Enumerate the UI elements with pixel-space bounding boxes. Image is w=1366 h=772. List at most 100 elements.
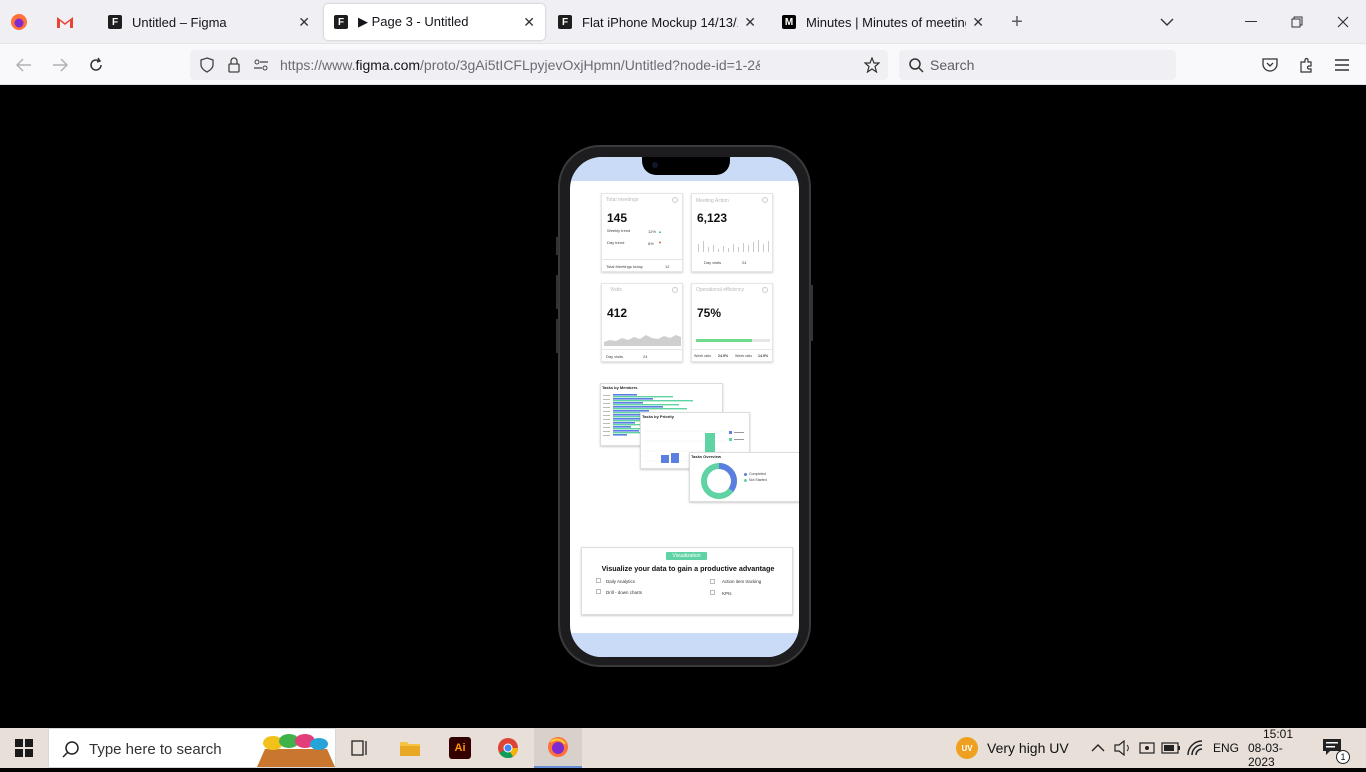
close-icon[interactable]: ✕ [523,14,535,31]
extensions-icon[interactable] [1293,52,1319,78]
tab-minutes[interactable]: M Minutes | Minutes of meetings r ✕ [772,4,994,40]
total-meetings-card[interactable]: Total meetings 145 Weekly trend 12% ▲ Da… [601,193,683,272]
battery-icon[interactable] [1161,728,1181,768]
close-icon[interactable]: ✕ [972,14,984,31]
lock-icon[interactable] [221,52,247,78]
phone-side-button [556,319,559,353]
close-window-button[interactable] [1330,9,1356,35]
card-footer: Week ratio 24.5% Week ratio 14.5% [692,349,772,361]
weekly-trend-value: 12% [648,229,657,234]
visits-card[interactable]: Visits 412 Day visits 24 [601,283,683,362]
bookmark-star-icon[interactable] [859,52,885,78]
forward-arrow-icon[interactable] [47,52,73,78]
tab-title: ▶ Page 3 - Untitled [358,14,469,29]
language-indicator[interactable]: ENG [1213,728,1239,768]
card-label: Meeting Action [696,198,729,204]
adobe-illustrator-icon[interactable]: Ai [444,728,476,768]
feature-headline: Visualize your data to gain a productive… [601,564,775,573]
footer-value: 24 [742,260,747,265]
wifi-icon[interactable] [1187,728,1205,768]
donut-chart [701,463,737,499]
list-tabs-icon[interactable] [1154,9,1180,35]
close-icon[interactable]: ✕ [744,14,756,31]
notification-count-badge: 1 [1336,750,1350,764]
tracking-shield-icon[interactable] [194,52,220,78]
footer-value: 12 [665,264,670,269]
screen-bottom-band [570,633,799,657]
feature-section: Visualization Visualize your data to gai… [581,547,793,615]
clock[interactable]: 15:01 08-03-2023 [1248,727,1308,769]
figma-icon: F [334,15,348,29]
search-icon [59,729,81,769]
firefox-view-icon[interactable] [6,9,32,35]
legend-label: Completed [749,472,766,476]
footer-label: Week ratio [694,354,712,358]
notification-center-icon[interactable]: 1 [1322,728,1350,768]
search-icon [903,52,929,78]
iphone-mockup: Total meetings 145 Weekly trend 12% ▲ Da… [556,145,813,667]
info-icon[interactable] [762,197,768,203]
back-arrow-icon[interactable] [11,52,37,78]
volume-icon[interactable] [1114,728,1132,768]
address-bar[interactable]: https://www.figma.com/proto/3gAi5tICFLpy… [190,50,888,80]
tab-title: Minutes | Minutes of meetings r [806,14,966,30]
card-label: Visits [610,287,622,293]
tab-flat-iphone-mockup[interactable]: F Flat iPhone Mockup 14/13/12/1 ✕ [548,4,766,40]
document-icon [596,589,601,594]
tab-title: Untitled – Figma [132,14,227,30]
operational-efficiency-card[interactable]: Operational efficiency 75% Week ratio 24… [691,283,773,362]
show-hidden-icons-chevron-icon[interactable] [1091,728,1105,768]
tasks-overview-chart[interactable]: Tasks Overview Completed Not Started [689,452,799,502]
url-text[interactable]: https://www.figma.com/proto/3gAi5tICFLpy… [280,57,760,73]
feature-item: Action item tracking [722,579,762,584]
windows-start-icon[interactable] [0,728,48,768]
phone-screen[interactable]: Total meetings 145 Weekly trend 12% ▲ Da… [570,157,799,657]
reload-icon[interactable] [83,52,109,78]
minimize-button[interactable] [1238,9,1264,35]
chart-title: Tasks by Priority [642,414,674,419]
trend-down-icon: ▼ [658,240,662,245]
search-bar[interactable]: Search [899,50,1176,80]
card-label: Total meetings [606,197,639,203]
document-icon [710,590,715,595]
meet-now-icon[interactable] [1139,728,1155,768]
legend-dot [744,473,747,476]
phone-notch [642,157,730,175]
restore-button[interactable] [1284,9,1310,35]
chart-title: Tasks Overview [691,454,721,459]
chrome-icon[interactable] [492,728,524,768]
card-value: 75% [697,306,722,320]
card-value: 6,123 [697,211,728,225]
close-icon[interactable]: ✕ [298,14,310,31]
tab-title: Flat iPhone Mockup 14/13/12/1 [582,14,738,30]
figma-icon: F [108,15,122,29]
taskbar-search-box[interactable]: Type here to search [48,728,336,768]
menu-icon[interactable] [1329,52,1355,78]
new-tab-button[interactable]: + [1004,9,1030,35]
file-explorer-icon[interactable] [394,728,426,768]
efficiency-progress-track [696,339,770,342]
tab-untitled-figma[interactable]: F Untitled – Figma ✕ [98,4,320,40]
footer-value: 24.5% [718,354,729,358]
taskbar-search-placeholder: Type here to search [89,741,222,758]
bar-sparkline [698,240,769,252]
info-icon[interactable] [672,197,678,203]
date-text: 08-03-2023 [1248,741,1283,769]
feature-item: KPIs [722,591,732,596]
firefox-taskbar-icon[interactable] [534,728,582,768]
info-icon[interactable] [672,287,678,293]
medium-icon: M [782,15,796,29]
card-footer: Day visits 24 [602,349,682,361]
feature-item: Drill - down charts [606,590,643,595]
permissions-icon[interactable] [248,52,274,78]
pocket-icon[interactable] [1257,52,1283,78]
gmail-icon[interactable] [52,9,78,35]
windows-taskbar: Type here to search Ai UV Very high UV E… [0,727,1366,769]
tab-page-3[interactable]: F ▶ Page 3 - Untitled ✕ [324,4,545,40]
legend-label: Not Started [749,478,767,482]
area-sparkline [604,335,681,346]
task-view-icon[interactable] [344,728,376,768]
weather-widget[interactable]: UV Very high UV [956,728,1069,768]
meeting-action-card[interactable]: Meeting Action 6,123 Day visits 24 [691,193,773,272]
info-icon[interactable] [762,287,768,293]
